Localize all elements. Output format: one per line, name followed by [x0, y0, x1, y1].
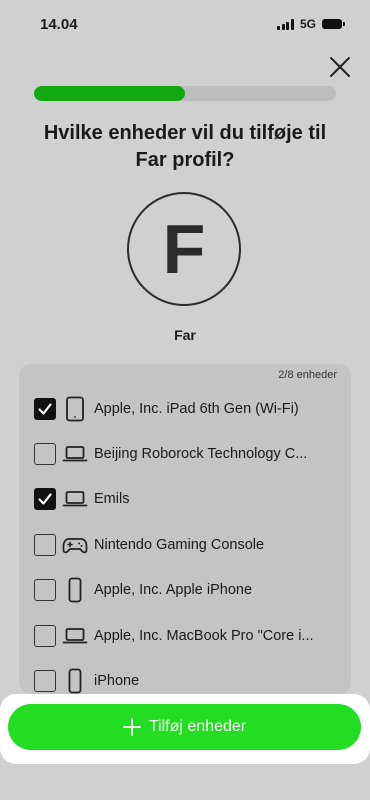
device-checkbox[interactable] [34, 443, 56, 466]
check-icon [38, 493, 52, 506]
device-row[interactable]: Emils [19, 477, 351, 522]
device-name: Nintendo Gaming Console [94, 536, 265, 553]
device-checkbox[interactable] [34, 670, 56, 693]
check-icon [38, 403, 52, 415]
progress-fill [34, 86, 185, 101]
device-checkbox[interactable] [34, 488, 56, 511]
gamepad-icon [62, 532, 88, 558]
device-name: Beijing Roborock Technology C... [94, 446, 308, 463]
device-row[interactable]: Apple, Inc. iPad 6th Gen (Wi-Fi) [19, 386, 351, 431]
device-name: iPhone [94, 673, 140, 690]
battery-icon [322, 19, 345, 29]
avatar: F [127, 192, 241, 306]
bottom-action-panel: Tilføj enheder [0, 694, 370, 764]
page-title: Hvilke enheder vil du tilføje til Far pr… [20, 120, 350, 174]
laptop-icon [62, 441, 88, 467]
status-indicators: 5G [277, 17, 345, 31]
device-row[interactable]: Nintendo Gaming Console [19, 522, 351, 567]
device-list-card: 2/8 enheder Apple, Inc. iPad 6th Gen (Wi… [19, 364, 351, 694]
network-label: 5G [299, 17, 316, 31]
status-time: 14.04 [40, 16, 78, 33]
laptop-icon [62, 623, 88, 649]
device-list: Apple, Inc. iPad 6th Gen (Wi-Fi) Beijing … [19, 386, 351, 694]
progress-bar [34, 86, 336, 101]
phone-icon [62, 668, 88, 694]
plus-icon [122, 718, 141, 736]
page-title-line1: Hvilke enheder vil du tilføje til [43, 122, 327, 144]
device-checkbox[interactable] [34, 579, 56, 602]
page-title-line2: Far profil? [135, 149, 235, 171]
phone-icon [62, 577, 88, 603]
status-bar: 14.04 5G [0, 0, 370, 50]
device-row[interactable]: Apple, Inc. Apple iPhone [19, 568, 351, 613]
device-checkbox[interactable] [34, 533, 56, 556]
close-icon [330, 57, 350, 77]
add-devices-label: Tilføj enheder [148, 718, 247, 735]
laptop-icon [62, 486, 88, 512]
tablet-icon [62, 396, 88, 422]
device-count: 2/8 enheder [278, 369, 337, 381]
device-checkbox[interactable] [34, 624, 56, 647]
device-row[interactable]: Beijing Roborock Technology C... [19, 431, 351, 476]
device-name: Apple, Inc. iPad 6th Gen (Wi-Fi) [94, 400, 299, 417]
device-row[interactable]: Apple, Inc. MacBook Pro "Core i... [19, 613, 351, 658]
add-devices-button[interactable]: Tilføj enheder [8, 704, 361, 750]
avatar-initial: F [162, 210, 206, 288]
device-name: Emils [94, 491, 130, 508]
close-button[interactable] [326, 53, 354, 81]
device-checkbox[interactable] [34, 397, 56, 420]
signal-icon [277, 18, 294, 30]
device-name: Apple, Inc. Apple iPhone [94, 582, 253, 599]
device-name: Apple, Inc. MacBook Pro "Core i... [94, 627, 314, 644]
device-row[interactable]: iPhone [19, 658, 351, 694]
profile-name: Far [174, 327, 196, 343]
